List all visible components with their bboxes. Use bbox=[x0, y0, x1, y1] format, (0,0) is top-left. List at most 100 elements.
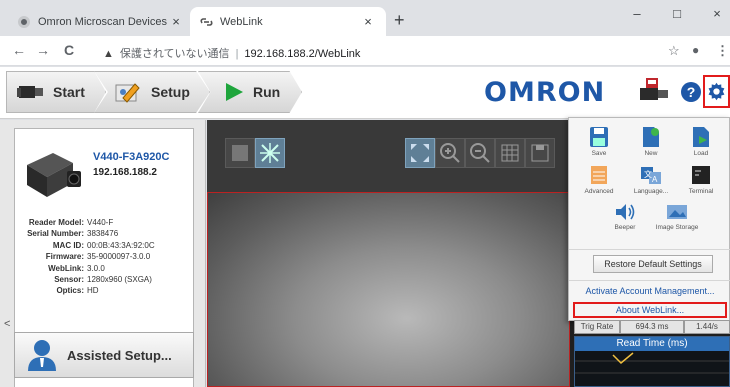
menu-item-image-storage[interactable]: Image Storage bbox=[653, 202, 701, 231]
minimize-button[interactable]: – bbox=[622, 6, 652, 21]
assisted-setup-label: Assisted Setup... bbox=[67, 347, 172, 363]
app-root: Omron Microscan Devices × WebLink × + – … bbox=[0, 0, 730, 387]
spec-row: WebLink: 3.0.0 bbox=[23, 263, 155, 274]
stats-bar: Trig Rate 694.3 ms 1.44/s bbox=[574, 320, 730, 334]
browser-toolbar: ← → C ▲ 保護されていない通信 | 192.168.188.2/WebLink … bbox=[0, 36, 730, 66]
menu-item-label: Advanced bbox=[584, 188, 614, 195]
menu-item-save[interactable]: Save bbox=[575, 126, 623, 157]
crosshair-icon bbox=[260, 143, 280, 163]
settings-gear-button[interactable] bbox=[703, 75, 730, 108]
spec-row: MAC ID: 00:0B:43:3A:92:0C bbox=[23, 240, 155, 251]
reload-button[interactable]: C bbox=[60, 42, 78, 58]
spec-row: Firmware: 35-9000097-3.0.0 bbox=[23, 251, 155, 262]
spec-value: 3838476 bbox=[87, 229, 119, 239]
viewer-toolbar bbox=[207, 120, 570, 192]
settings-menu: Save New Load Advanced 文A Language... Te… bbox=[568, 117, 730, 321]
spec-key: Serial Number: bbox=[27, 229, 84, 239]
address-bar[interactable]: ▲ 保護されていない通信 | 192.168.188.2/WebLink bbox=[103, 45, 360, 61]
user-icon bbox=[27, 339, 57, 371]
spec-value: 1280x960 (SXGA) bbox=[87, 275, 152, 285]
zoom-out-button[interactable] bbox=[465, 138, 495, 168]
menu-item-label: Save bbox=[591, 150, 607, 157]
grid-overlay-button[interactable] bbox=[495, 138, 525, 168]
close-window-button[interactable]: × bbox=[702, 6, 730, 21]
step-label: Start bbox=[53, 84, 85, 100]
menu-item-beeper[interactable]: Beeper bbox=[601, 202, 649, 231]
account-icon[interactable]: ● bbox=[692, 43, 699, 57]
spec-key: Sensor: bbox=[54, 275, 84, 285]
back-button[interactable]: ← bbox=[10, 42, 28, 58]
help-icon[interactable]: ? bbox=[681, 82, 701, 107]
read-time-graph bbox=[575, 352, 729, 374]
live-image[interactable] bbox=[207, 192, 570, 387]
save-image-button[interactable] bbox=[525, 138, 555, 168]
menu-item-language[interactable]: 文A Language... bbox=[627, 164, 675, 195]
activate-account-management-link[interactable]: Activate Account Management... bbox=[569, 286, 730, 296]
spec-value: 00:0B:43:3A:92:0C bbox=[87, 240, 155, 250]
spec-value: V440-F bbox=[87, 218, 114, 227]
menu-item-label: Image Storage bbox=[655, 224, 699, 231]
maximize-button[interactable]: □ bbox=[662, 6, 692, 21]
spec-value: 3.0.0 bbox=[87, 263, 105, 273]
omron-logo: OMRON bbox=[484, 77, 606, 108]
new-tab-button[interactable]: + bbox=[394, 10, 405, 31]
spec-key: Firmware: bbox=[45, 252, 84, 262]
tab-omron-microscan-devices[interactable]: Omron Microscan Devices × bbox=[8, 7, 194, 36]
save-icon bbox=[590, 127, 608, 147]
play-icon bbox=[223, 81, 245, 103]
image-viewer bbox=[207, 120, 570, 387]
restore-defaults-button[interactable]: Restore Default Settings bbox=[593, 255, 713, 273]
menu-item-label: New bbox=[644, 150, 658, 157]
zoom-in-button[interactable] bbox=[435, 138, 465, 168]
svg-text:?: ? bbox=[687, 84, 696, 100]
spec-row: Sensor: 1280x960 (SXGA) bbox=[23, 274, 155, 285]
spec-key: Optics: bbox=[56, 286, 84, 296]
grid-overlay-icon bbox=[501, 144, 519, 162]
terminal-icon bbox=[692, 166, 710, 184]
device-name: V440-F3A920C bbox=[93, 151, 170, 163]
favicon-icon bbox=[18, 15, 30, 28]
warning-icon: ▲ bbox=[103, 48, 114, 60]
menu-item-label: Terminal bbox=[688, 188, 714, 195]
close-tab-icon[interactable]: × bbox=[168, 14, 184, 29]
grid-view-button[interactable] bbox=[225, 138, 255, 168]
tab-label: Omron Microscan Devices bbox=[38, 15, 167, 28]
language-icon: 文A bbox=[641, 167, 661, 184]
step-start-button[interactable]: Start bbox=[6, 71, 106, 113]
step-run-button[interactable]: Run bbox=[198, 71, 302, 113]
browser-menu-icon[interactable]: ⋮ bbox=[716, 43, 729, 59]
spec-row: Serial Number: 3838476 bbox=[23, 228, 155, 239]
image-storage-icon bbox=[667, 205, 687, 219]
about-weblink-link[interactable]: About WebLink... bbox=[569, 305, 730, 315]
reader-device-icon bbox=[23, 145, 85, 208]
menu-item-load[interactable]: Load bbox=[677, 126, 725, 157]
fit-view-button[interactable] bbox=[405, 138, 435, 168]
collapse-panel-button[interactable]: < bbox=[4, 318, 10, 330]
device-specs: Reader Model: V440-F Serial Number: 383847… bbox=[23, 217, 155, 297]
spec-row: Optics: HD bbox=[23, 285, 155, 296]
menu-item-label: Load bbox=[693, 150, 709, 157]
close-tab-icon[interactable]: × bbox=[360, 14, 376, 29]
menu-item-terminal[interactable]: Terminal bbox=[677, 164, 725, 195]
speaker-icon bbox=[616, 204, 635, 220]
tab-weblink[interactable]: WebLink × bbox=[190, 7, 386, 36]
menu-item-advanced[interactable]: Advanced bbox=[575, 164, 623, 195]
menu-item-new[interactable]: New bbox=[627, 126, 675, 157]
step-setup-button[interactable]: Setup bbox=[94, 71, 210, 113]
advanced-icon bbox=[591, 166, 607, 184]
forward-button[interactable]: → bbox=[34, 42, 52, 58]
weblink-link-icon bbox=[200, 16, 213, 28]
device-panel: V440-F3A920C 192.168.188.2 Reader Model:… bbox=[0, 120, 206, 387]
assisted-setup-button[interactable]: Assisted Setup... bbox=[14, 332, 194, 378]
camera-icon bbox=[17, 82, 45, 102]
bookmark-star-icon[interactable]: ☆ bbox=[668, 43, 680, 59]
spec-key: WebLink: bbox=[48, 263, 84, 273]
browser-tabstrip: Omron Microscan Devices × WebLink × + – … bbox=[0, 0, 730, 36]
spec-row: Reader Model: V440-F bbox=[23, 217, 155, 228]
trig-rate-per-sec: 1.44/s bbox=[684, 320, 730, 334]
app-header: Start Setup Run OMRON ? bbox=[0, 67, 730, 119]
target-view-button[interactable] bbox=[255, 138, 285, 168]
menu-item-label: Beeper bbox=[614, 224, 636, 231]
trig-rate-label: Trig Rate bbox=[574, 320, 620, 334]
camera-save-icon[interactable] bbox=[640, 78, 670, 109]
